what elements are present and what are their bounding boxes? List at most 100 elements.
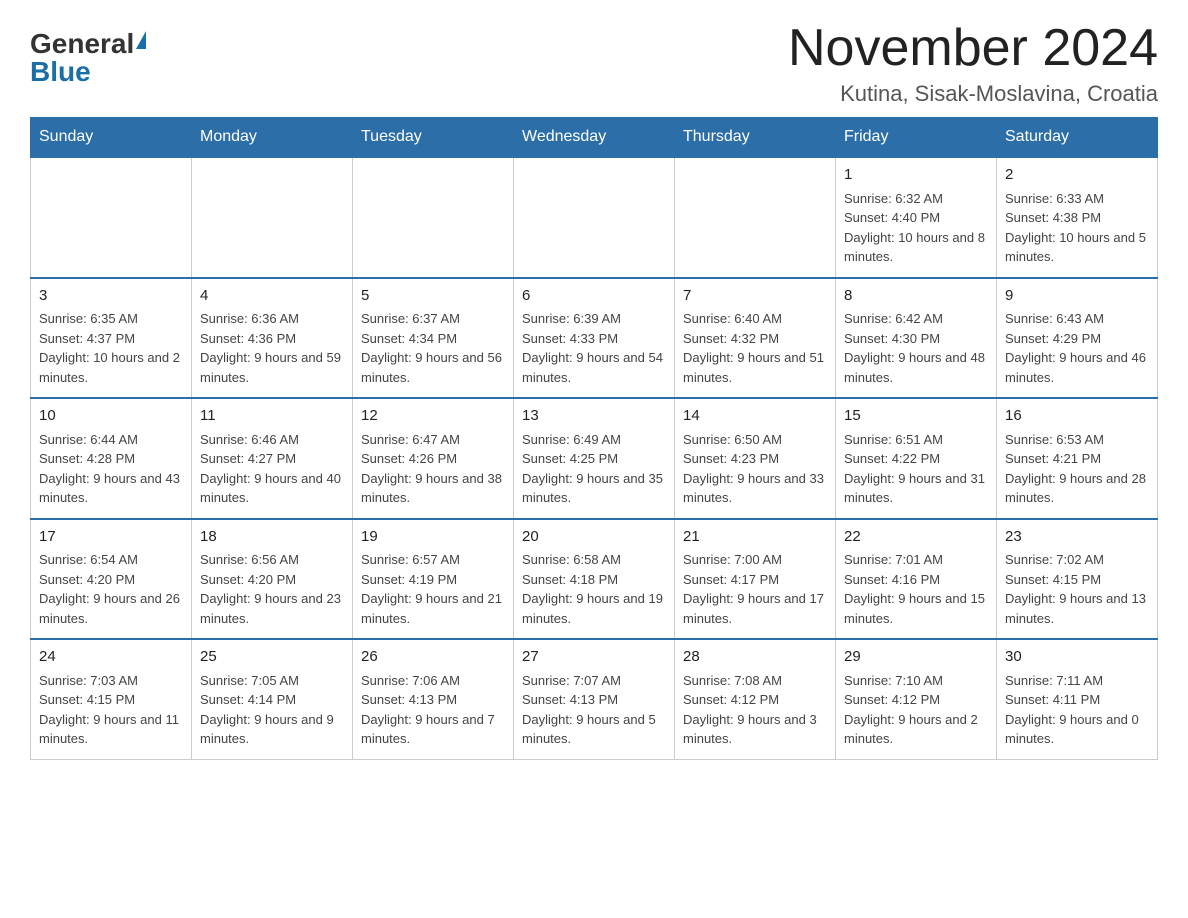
- calendar-day-cell: 19Sunrise: 6:57 AMSunset: 4:19 PMDayligh…: [353, 519, 514, 640]
- day-info-text: Sunrise: 7:01 AM: [844, 550, 988, 570]
- location-subtitle: Kutina, Sisak-Moslavina, Croatia: [788, 81, 1158, 107]
- day-number: 27: [522, 646, 666, 669]
- day-info-text: Sunrise: 7:00 AM: [683, 550, 827, 570]
- calendar-table: SundayMondayTuesdayWednesdayThursdayFrid…: [30, 117, 1158, 760]
- day-info-text: Daylight: 9 hours and 59 minutes.: [200, 348, 344, 387]
- day-info-text: Daylight: 9 hours and 11 minutes.: [39, 710, 183, 749]
- calendar-day-cell: 2Sunrise: 6:33 AMSunset: 4:38 PMDaylight…: [997, 157, 1158, 278]
- calendar-day-cell: 30Sunrise: 7:11 AMSunset: 4:11 PMDayligh…: [997, 639, 1158, 759]
- day-info-text: Sunset: 4:34 PM: [361, 329, 505, 349]
- day-info-text: Sunrise: 7:07 AM: [522, 671, 666, 691]
- day-info-text: Sunrise: 6:58 AM: [522, 550, 666, 570]
- day-info-text: Daylight: 9 hours and 23 minutes.: [200, 589, 344, 628]
- day-info-text: Sunset: 4:15 PM: [1005, 570, 1149, 590]
- day-info-text: Daylight: 9 hours and 35 minutes.: [522, 469, 666, 508]
- day-number: 8: [844, 285, 988, 308]
- day-info-text: Daylight: 10 hours and 8 minutes.: [844, 228, 988, 267]
- day-info-text: Sunrise: 6:36 AM: [200, 309, 344, 329]
- day-info-text: Sunset: 4:22 PM: [844, 449, 988, 469]
- day-of-week-header: Friday: [836, 118, 997, 158]
- day-info-text: Sunset: 4:37 PM: [39, 329, 183, 349]
- day-info-text: Sunset: 4:18 PM: [522, 570, 666, 590]
- day-info-text: Sunset: 4:20 PM: [39, 570, 183, 590]
- day-info-text: Sunset: 4:16 PM: [844, 570, 988, 590]
- day-info-text: Sunset: 4:12 PM: [844, 690, 988, 710]
- calendar-day-cell: 13Sunrise: 6:49 AMSunset: 4:25 PMDayligh…: [514, 398, 675, 519]
- day-info-text: Sunrise: 6:35 AM: [39, 309, 183, 329]
- calendar-day-cell: [514, 157, 675, 278]
- day-info-text: Sunset: 4:23 PM: [683, 449, 827, 469]
- day-info-text: Sunrise: 6:50 AM: [683, 430, 827, 450]
- day-info-text: Daylight: 9 hours and 13 minutes.: [1005, 589, 1149, 628]
- day-number: 2: [1005, 164, 1149, 187]
- days-of-week-row: SundayMondayTuesdayWednesdayThursdayFrid…: [31, 118, 1158, 158]
- calendar-day-cell: 4Sunrise: 6:36 AMSunset: 4:36 PMDaylight…: [192, 278, 353, 399]
- day-info-text: Daylight: 9 hours and 38 minutes.: [361, 469, 505, 508]
- day-number: 23: [1005, 526, 1149, 549]
- day-info-text: Daylight: 9 hours and 2 minutes.: [844, 710, 988, 749]
- calendar-day-cell: 9Sunrise: 6:43 AMSunset: 4:29 PMDaylight…: [997, 278, 1158, 399]
- day-info-text: Sunrise: 6:53 AM: [1005, 430, 1149, 450]
- day-number: 17: [39, 526, 183, 549]
- day-info-text: Sunset: 4:36 PM: [200, 329, 344, 349]
- main-title: November 2024: [788, 20, 1158, 77]
- calendar-day-cell: [675, 157, 836, 278]
- day-info-text: Sunset: 4:40 PM: [844, 208, 988, 228]
- day-info-text: Sunrise: 6:40 AM: [683, 309, 827, 329]
- day-number: 5: [361, 285, 505, 308]
- day-info-text: Sunrise: 6:49 AM: [522, 430, 666, 450]
- calendar-week-row: 17Sunrise: 6:54 AMSunset: 4:20 PM Dayligh…: [31, 519, 1158, 640]
- day-info-text: Daylight: 9 hours and 19 minutes.: [522, 589, 666, 628]
- day-info-text: Sunrise: 7:02 AM: [1005, 550, 1149, 570]
- day-number: 22: [844, 526, 988, 549]
- day-info-text: Sunrise: 6:56 AM: [200, 550, 344, 570]
- day-info-text: Daylight: 9 hours and 7 minutes.: [361, 710, 505, 749]
- calendar-day-cell: 24Sunrise: 7:03 AMSunset: 4:15 PMDayligh…: [31, 639, 192, 759]
- calendar-day-cell: 26Sunrise: 7:06 AMSunset: 4:13 PMDayligh…: [353, 639, 514, 759]
- day-info-text: Sunrise: 7:11 AM: [1005, 671, 1149, 691]
- day-number: 3: [39, 285, 183, 308]
- day-info-text: Sunset: 4:25 PM: [522, 449, 666, 469]
- day-info-text: Sunset: 4:14 PM: [200, 690, 344, 710]
- day-info-text: Daylight: 9 hours and 21 minutes.: [361, 589, 505, 628]
- calendar-week-row: 10Sunrise: 6:44 AMSunset: 4:28 PMDayligh…: [31, 398, 1158, 519]
- calendar-week-row: 3Sunrise: 6:35 AMSunset: 4:37 PMDaylight…: [31, 278, 1158, 399]
- day-info-text: Sunset: 4:26 PM: [361, 449, 505, 469]
- day-info-text: Daylight: 9 hours and 3 minutes.: [683, 710, 827, 749]
- day-number: 30: [1005, 646, 1149, 669]
- calendar-day-cell: 3Sunrise: 6:35 AMSunset: 4:37 PMDaylight…: [31, 278, 192, 399]
- day-of-week-header: Wednesday: [514, 118, 675, 158]
- day-info-text: Sunset: 4:33 PM: [522, 329, 666, 349]
- day-number: 6: [522, 285, 666, 308]
- day-number: 13: [522, 405, 666, 428]
- day-info-text: Daylight: 9 hours and 5 minutes.: [522, 710, 666, 749]
- day-number: 7: [683, 285, 827, 308]
- day-of-week-header: Monday: [192, 118, 353, 158]
- day-info-text: Daylight: 9 hours and 54 minutes.: [522, 348, 666, 387]
- logo: General Blue: [30, 30, 146, 86]
- day-info-text: Sunset: 4:15 PM: [39, 690, 183, 710]
- day-info-text: Sunset: 4:21 PM: [1005, 449, 1149, 469]
- day-info-text: Sunset: 4:27 PM: [200, 449, 344, 469]
- day-info-text: Sunrise: 6:32 AM: [844, 189, 988, 209]
- calendar-day-cell: 14Sunrise: 6:50 AMSunset: 4:23 PMDayligh…: [675, 398, 836, 519]
- day-of-week-header: Tuesday: [353, 118, 514, 158]
- day-info-text: Sunrise: 6:42 AM: [844, 309, 988, 329]
- calendar-body: 1Sunrise: 6:32 AMSunset: 4:40 PMDaylight…: [31, 157, 1158, 759]
- day-info-text: Daylight: 9 hours and 31 minutes.: [844, 469, 988, 508]
- day-number: 26: [361, 646, 505, 669]
- day-info-text: Sunset: 4:28 PM: [39, 449, 183, 469]
- day-of-week-header: Saturday: [997, 118, 1158, 158]
- calendar-day-cell: 12Sunrise: 6:47 AMSunset: 4:26 PMDayligh…: [353, 398, 514, 519]
- day-number: 12: [361, 405, 505, 428]
- day-info-text: Daylight: 10 hours and 2 minutes.: [39, 348, 183, 387]
- calendar-day-cell: 18Sunrise: 6:56 AMSunset: 4:20 PMDayligh…: [192, 519, 353, 640]
- day-info-text: Sunrise: 6:54 AM: [39, 550, 183, 570]
- day-number: 21: [683, 526, 827, 549]
- day-info-text: Sunrise: 7:03 AM: [39, 671, 183, 691]
- day-info-text: Sunset: 4:13 PM: [522, 690, 666, 710]
- calendar-day-cell: 17Sunrise: 6:54 AMSunset: 4:20 PMDayligh…: [31, 519, 192, 640]
- calendar-header: SundayMondayTuesdayWednesdayThursdayFrid…: [31, 118, 1158, 158]
- calendar-day-cell: 27Sunrise: 7:07 AMSunset: 4:13 PMDayligh…: [514, 639, 675, 759]
- day-info-text: Sunrise: 6:51 AM: [844, 430, 988, 450]
